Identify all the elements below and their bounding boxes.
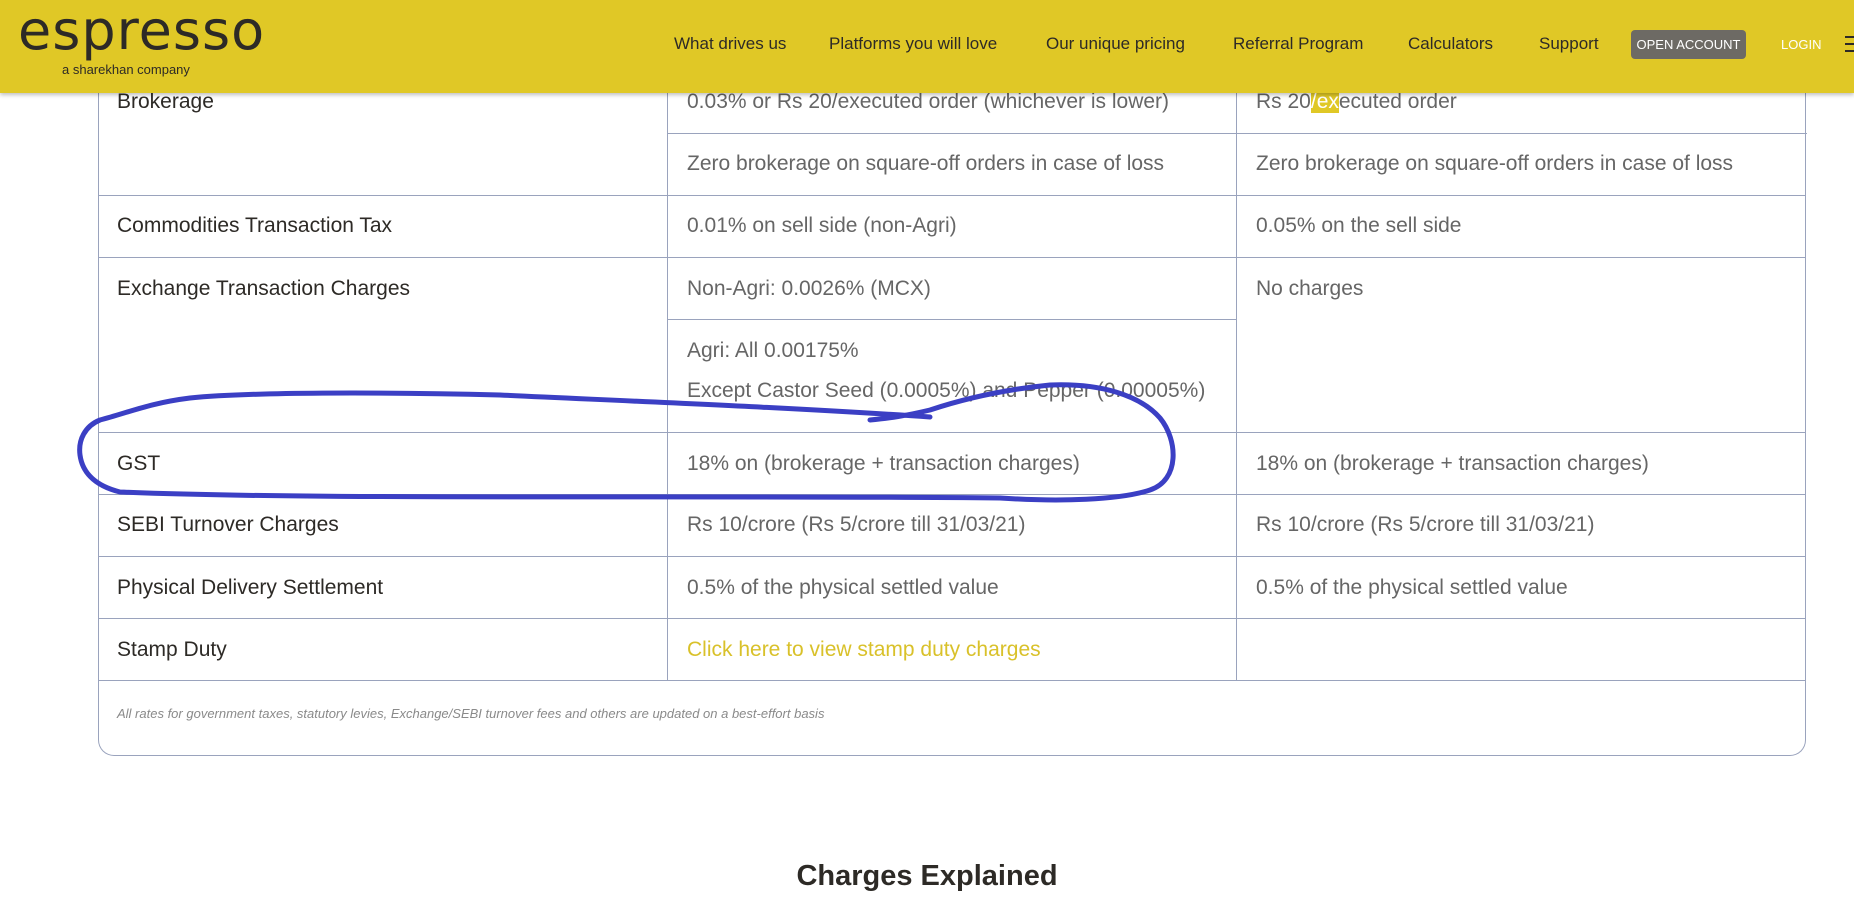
- open-account-button[interactable]: OPEN ACCOUNT: [1631, 30, 1746, 59]
- top-navbar: espresso a sharekhan company What drives…: [0, 0, 1854, 93]
- row-label: Commodities Transaction Tax: [117, 214, 393, 237]
- table-row-stamp-duty: Stamp Duty Click here to view stamp duty…: [98, 619, 1806, 681]
- row-label: Stamp Duty: [117, 638, 227, 661]
- nav-support[interactable]: Support: [1539, 34, 1599, 54]
- stamp-duty-link[interactable]: Click here to view stamp duty charges: [687, 638, 1041, 661]
- ctt-col3: 0.05% on the sell side: [1236, 196, 1806, 258]
- stamp-col2: Click here to view stamp duty charges: [667, 619, 1236, 681]
- etc-col2: Non-Agri: 0.0026% (MCX) Agri: All 0.0017…: [667, 258, 1237, 433]
- nav-pricing[interactable]: Our unique pricing: [1046, 34, 1185, 54]
- brokerage-col3-post: ecuted order: [1338, 90, 1457, 113]
- search-highlight: /ex: [1310, 90, 1339, 113]
- gst-col3: 18% on (brokerage + transaction charges): [1236, 433, 1806, 495]
- nav-what-drives-us[interactable]: What drives us: [674, 34, 786, 54]
- row-label: Exchange Transaction Charges: [117, 277, 411, 300]
- table-row-physical-delivery: Physical Delivery Settlement 0.5% of the…: [98, 557, 1806, 619]
- brokerage-col3-line1: Rs 20/executed order: [1256, 90, 1457, 114]
- pds-col3: 0.5% of the physical settled value: [1236, 557, 1806, 619]
- pds-col2: 0.5% of the physical settled value: [667, 557, 1236, 619]
- etc-col2-line3: Except Castor Seed (0.0005%) and Pepper …: [687, 379, 1206, 402]
- nav-platforms[interactable]: Platforms you will love: [829, 34, 997, 54]
- etc-col2-line1: Non-Agri: 0.0026% (MCX): [687, 277, 931, 300]
- brokerage-col3-line2: Zero brokerage on square-off orders in c…: [1256, 152, 1734, 175]
- section-title: Charges Explained: [796, 860, 1058, 892]
- row-label: GST: [117, 452, 161, 475]
- ctt-col2: 0.01% on sell side (non-Agri): [667, 196, 1236, 258]
- cell-divider: [668, 133, 1237, 134]
- footnote: All rates for government taxes, statutor…: [117, 706, 825, 721]
- table-row-exchange-charges: Exchange Transaction Charges Non-Agri: 0…: [98, 258, 1806, 433]
- login-link[interactable]: LOGIN: [1781, 37, 1821, 52]
- row-label: Physical Delivery Settlement: [117, 576, 384, 599]
- sebi-col2: Rs 10/crore (Rs 5/crore till 31/03/21): [667, 495, 1236, 557]
- cell-divider: [668, 319, 1237, 320]
- etc-col3: No charges: [1236, 258, 1806, 433]
- nav-calculators[interactable]: Calculators: [1408, 34, 1493, 54]
- cell-divider: [1237, 133, 1807, 134]
- brokerage-col3-pre: Rs 20: [1256, 90, 1311, 113]
- gst-col2: 18% on (brokerage + transaction charges): [667, 433, 1236, 495]
- brokerage-col2-line2: Zero brokerage on square-off orders in c…: [687, 152, 1165, 175]
- main-nav: What drives us Platforms you will love O…: [0, 0, 1854, 93]
- sebi-col3: Rs 10/crore (Rs 5/crore till 31/03/21): [1236, 495, 1806, 557]
- hamburger-icon[interactable]: [1845, 36, 1854, 54]
- stamp-col3: [1236, 619, 1806, 681]
- table-row-ctt: Commodities Transaction Tax 0.01% on sel…: [98, 196, 1806, 258]
- brokerage-col2-line1: 0.03% or Rs 20/executed order (whichever…: [687, 90, 1170, 113]
- table-row-sebi: SEBI Turnover Charges Rs 10/crore (Rs 5/…: [98, 495, 1806, 557]
- row-label: SEBI Turnover Charges: [117, 513, 339, 536]
- etc-col2-line2: Agri: All 0.00175%: [687, 339, 859, 362]
- nav-referral[interactable]: Referral Program: [1233, 34, 1363, 54]
- table-row-gst: GST 18% on (brokerage + transaction char…: [98, 433, 1806, 495]
